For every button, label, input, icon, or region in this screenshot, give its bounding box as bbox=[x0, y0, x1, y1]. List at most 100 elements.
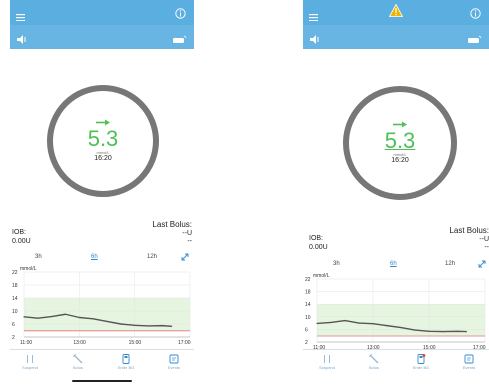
iob-value: 0.00U bbox=[309, 244, 328, 251]
info-icon[interactable] bbox=[470, 6, 481, 24]
iob-label: IOB: bbox=[309, 235, 324, 242]
nav-label-suspend: Suspend bbox=[319, 365, 335, 370]
suspend-button[interactable]: Suspend bbox=[311, 352, 343, 382]
glucose-point bbox=[37, 317, 39, 319]
speaker-icon[interactable] bbox=[310, 31, 321, 49]
y-tick-label: 14 bbox=[12, 296, 18, 302]
glucose-point bbox=[106, 320, 108, 322]
warning-icon[interactable] bbox=[388, 3, 404, 22]
nav-label-events: Events bbox=[167, 365, 181, 370]
trend-arrow-icon bbox=[96, 119, 110, 126]
range-6h[interactable]: 6h bbox=[91, 254, 98, 260]
range-12h[interactable]: 12h bbox=[445, 261, 455, 267]
glucose-point bbox=[400, 326, 402, 329]
meter-icon bbox=[122, 354, 130, 364]
syringe-icon bbox=[73, 354, 83, 364]
speaker-icon[interactable] bbox=[17, 31, 28, 49]
glucose-point bbox=[147, 325, 150, 327]
glucose-chart-svg: 22 18 14 10 6 2 11:00 13:00 15:00 17:00 mmol/L bbox=[12, 266, 191, 346]
y-tick-label: 6 bbox=[305, 327, 308, 333]
expand-icon[interactable] bbox=[181, 253, 189, 261]
status-bar bbox=[303, 25, 489, 49]
range-12h[interactable]: 12h bbox=[147, 254, 157, 260]
glucose-point bbox=[358, 322, 360, 324]
meter-icon bbox=[417, 354, 426, 364]
info-icon[interactable] bbox=[175, 6, 186, 24]
glucose-point bbox=[465, 331, 467, 333]
unit-label: mmol/L bbox=[313, 273, 330, 279]
x-tick-label: 15:00 bbox=[129, 340, 142, 346]
glucose-point bbox=[316, 322, 318, 325]
nav-label-bolus: Bolus bbox=[72, 365, 83, 370]
phone-left: 5.3 mmol/L 16:20 IOB: 0.00U Last Bolus: … bbox=[10, 0, 194, 384]
pause-icon bbox=[324, 355, 330, 363]
last-bolus-value: --U bbox=[479, 236, 489, 243]
iob-label: IOB: bbox=[12, 229, 27, 236]
pause-icon bbox=[27, 355, 33, 363]
pump-battery-icon[interactable] bbox=[468, 31, 482, 49]
bolus-button[interactable]: Bolus bbox=[358, 352, 390, 382]
last-bolus-value: --U bbox=[182, 230, 192, 237]
glucose-value: 5.3 bbox=[87, 126, 119, 151]
bottom-nav: Suspend Bolus Enter BG Events bbox=[303, 349, 489, 384]
last-bolus-time: -- bbox=[187, 238, 192, 245]
glucose-point bbox=[171, 325, 173, 327]
glucose-point bbox=[386, 325, 388, 327]
events-button[interactable]: Events bbox=[453, 352, 485, 382]
glucose-chart: 22 18 14 10 6 2 11:00 13:00 15:00 17:00 mmol/L bbox=[10, 264, 194, 346]
glucose-point bbox=[64, 313, 67, 315]
y-tick-label: 18 bbox=[12, 283, 18, 289]
glucose-point bbox=[428, 330, 430, 332]
syringe-icon bbox=[369, 354, 379, 364]
last-bolus-time: -- bbox=[484, 244, 489, 251]
glucose-point bbox=[414, 329, 416, 331]
events-icon bbox=[169, 354, 179, 364]
y-tick-label: 18 bbox=[305, 290, 311, 296]
nav-label-events: Events bbox=[462, 365, 476, 370]
y-tick-label: 14 bbox=[305, 302, 311, 308]
trend-arrow-icon bbox=[393, 121, 407, 128]
events-button[interactable]: Events bbox=[158, 352, 190, 382]
glucose-point bbox=[161, 325, 163, 327]
glucose-point bbox=[344, 319, 346, 322]
glucose-point bbox=[120, 323, 122, 325]
bottom-nav: Suspend Bolus Enter BG Events bbox=[10, 349, 194, 384]
glucose-point bbox=[23, 316, 25, 318]
glucose-ring: 5.3 mmol/L 16:20 bbox=[343, 86, 457, 200]
glucose-point bbox=[92, 318, 94, 320]
nav-label-bolus: Bolus bbox=[368, 365, 379, 370]
top-bar bbox=[10, 0, 194, 25]
range-6h[interactable]: 6h bbox=[390, 261, 397, 267]
iob-value: 0.00U bbox=[12, 238, 31, 245]
y-tick-label: 10 bbox=[12, 309, 18, 315]
status-bar bbox=[10, 25, 194, 49]
menu-icon[interactable] bbox=[16, 8, 25, 26]
glucose-point bbox=[442, 331, 444, 333]
events-icon bbox=[464, 354, 474, 364]
range-3h[interactable]: 3h bbox=[35, 254, 42, 260]
enter-bg-button[interactable]: Enter BG bbox=[110, 352, 142, 382]
y-tick-label: 22 bbox=[305, 277, 311, 283]
suspend-button[interactable]: Suspend bbox=[14, 352, 46, 382]
pump-battery-icon[interactable] bbox=[173, 31, 187, 49]
y-tick-label: 10 bbox=[305, 315, 311, 321]
range-3h[interactable]: 3h bbox=[333, 261, 340, 267]
glucose-value: 5.3 bbox=[384, 128, 416, 153]
glucose-chart: 22 18 14 10 6 2 11:00 13:00 15:00 17:00 mmol/L bbox=[303, 271, 489, 351]
top-bar bbox=[303, 0, 489, 25]
y-tick-label: 2 bbox=[305, 340, 308, 346]
glucose-point bbox=[78, 316, 80, 319]
glucose-point bbox=[51, 315, 53, 318]
home-indicator bbox=[72, 380, 132, 382]
reading-time: 16:20 bbox=[94, 155, 112, 162]
enter-bg-button[interactable]: Enter BG bbox=[405, 352, 437, 382]
last-bolus-label: Last Bolus: bbox=[152, 220, 192, 229]
phone-right: 5.3 mmol/L 16:20 IOB: 0.00U Last Bolus: … bbox=[303, 0, 489, 384]
reading-time: 16:20 bbox=[391, 157, 409, 164]
x-tick-label: 17:00 bbox=[178, 340, 191, 346]
bolus-button[interactable]: Bolus bbox=[62, 352, 94, 382]
glucose-point bbox=[134, 324, 136, 326]
menu-icon[interactable] bbox=[309, 8, 318, 26]
expand-icon[interactable] bbox=[478, 260, 486, 268]
last-bolus-label: Last Bolus: bbox=[449, 226, 489, 235]
